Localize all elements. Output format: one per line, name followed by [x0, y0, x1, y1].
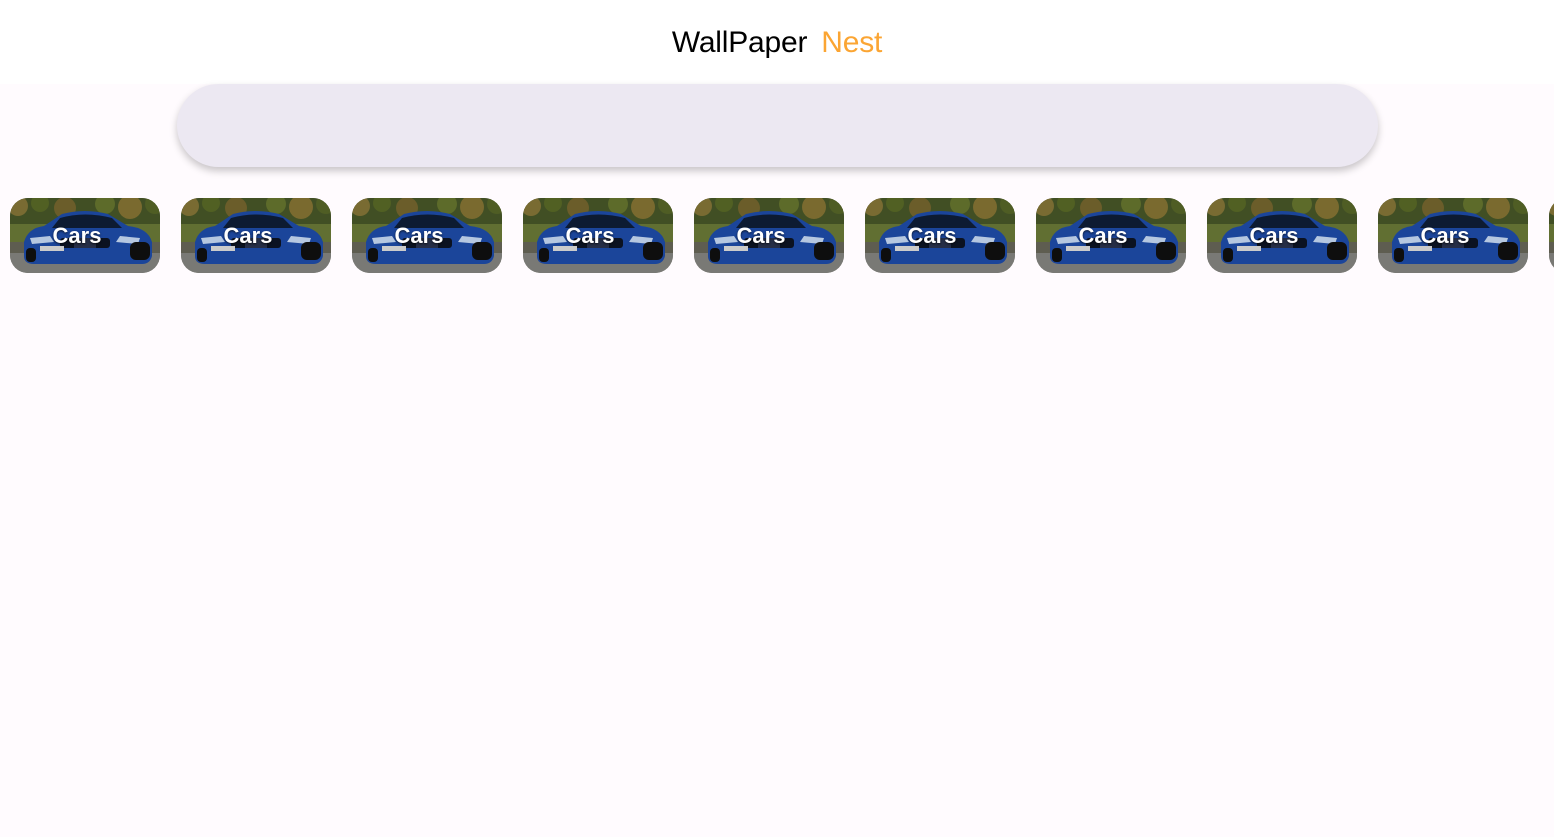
category-tile-cars[interactable]: Cars — [1036, 198, 1186, 273]
category-tile-cars[interactable]: Cars — [865, 198, 1015, 273]
category-label: Cars — [52, 223, 102, 248]
category-tile-cars[interactable]: Cars — [1207, 198, 1357, 273]
category-label: Cars — [1249, 223, 1299, 248]
app-title-wallpaper: WallPaper — [671, 26, 808, 59]
category-tile-cars[interactable]: Cars — [1549, 198, 1554, 273]
category-label: Cars — [907, 223, 957, 248]
category-tile-cars[interactable]: Cars — [181, 198, 331, 273]
category-label: Cars — [394, 223, 444, 248]
category-tile-cars[interactable]: Cars — [1378, 198, 1528, 273]
app-title-nest: Nest — [821, 26, 883, 59]
category-tile-cars[interactable]: Cars — [10, 198, 160, 273]
category-list[interactable]: Cars Cars Cars Cars Cars Cars Cars Cars … — [10, 198, 1554, 273]
category-label: Cars — [1078, 223, 1128, 248]
app-root: WallPaper Nest Cars Cars Cars Cars Cars … — [0, 0, 1554, 837]
category-label: Cars — [565, 223, 615, 248]
category-label: Cars — [1549, 223, 1554, 249]
category-tile-cars[interactable]: Cars — [523, 198, 673, 273]
category-label: Cars — [223, 223, 273, 248]
category-tile-cars[interactable]: Cars — [352, 198, 502, 273]
app-bar: WallPaper Nest — [0, 0, 1554, 84]
app-title: WallPaper Nest — [671, 26, 883, 60]
category-label: Cars — [1420, 223, 1470, 248]
category-tile-cars[interactable]: Cars — [694, 198, 844, 273]
category-label: Cars — [736, 223, 786, 248]
search-bar[interactable] — [177, 84, 1378, 167]
